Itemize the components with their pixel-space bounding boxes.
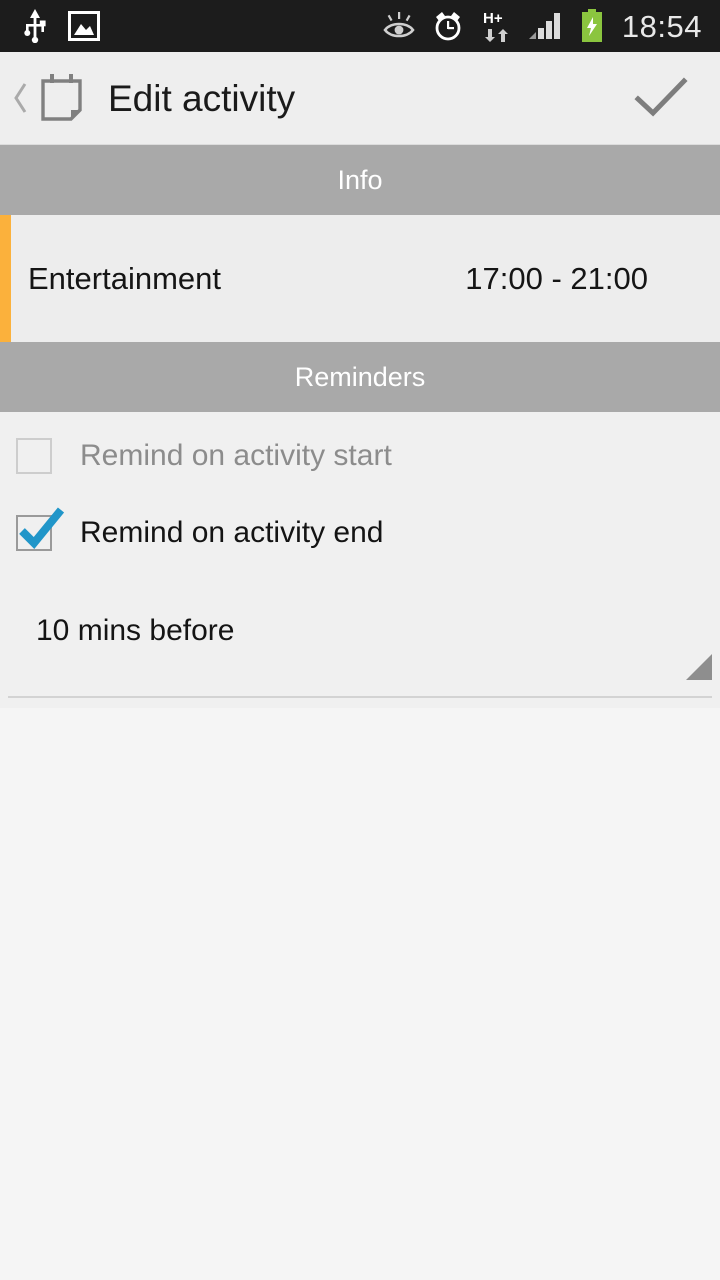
reminder-offset-value: 10 mins before (36, 614, 235, 647)
checkbox-remind-on-start[interactable] (16, 437, 52, 474)
reminder-end-label: Remind on activity end (80, 515, 384, 549)
checkbox-square-icon (16, 437, 52, 474)
activity-color-accent (0, 215, 11, 342)
activity-time-range: 17:00 - 21:00 (465, 261, 648, 296)
smart-stay-eye-icon (382, 12, 416, 40)
section-header-reminders: Reminders (0, 342, 720, 412)
section-header-info: Info (0, 145, 720, 215)
checkmark-icon (19, 506, 65, 549)
page-title: Edit activity (108, 77, 296, 119)
activity-info-row[interactable]: Entertainment 17:00 - 21:00 (0, 215, 720, 342)
status-bar: H+ 18:54 (0, 0, 720, 52)
status-bar-clock: 18:54 (621, 8, 702, 44)
done-checkmark-button[interactable] (628, 65, 694, 131)
action-bar: Edit activity (0, 52, 720, 145)
content-area: Info Entertainment 17:00 - 21:00 Reminde… (0, 145, 720, 1268)
svg-text:H+: H+ (483, 10, 503, 27)
alarm-clock-icon (432, 10, 464, 42)
status-bar-left-icons (0, 9, 100, 43)
section-header-info-label: Info (337, 164, 383, 195)
reminders-list: Remind on activity start Remind on activ… (0, 412, 720, 708)
section-header-reminders-label: Reminders (294, 361, 426, 392)
reminder-start-label: Remind on activity start (80, 438, 392, 472)
empty-space (0, 708, 720, 1268)
spinner-caret-icon[interactable] (686, 654, 712, 680)
phone-screen: H+ 18:54 Edit activity Info Entertainmen… (0, 0, 720, 1280)
activity-name: Entertainment (28, 261, 221, 296)
spinner-underline (8, 696, 712, 698)
checkbox-remind-on-end[interactable] (16, 506, 65, 551)
calendar-note-icon[interactable] (38, 72, 86, 124)
signal-bars-icon (528, 11, 564, 41)
battery-charging-icon (580, 9, 604, 43)
usb-icon (24, 9, 46, 43)
reminder-row-end[interactable]: Remind on activity end (0, 495, 720, 570)
screenshot-image-icon (68, 11, 100, 41)
reminder-offset-spinner[interactable]: 10 mins before (0, 598, 720, 708)
hplus-data-icon: H+ (480, 9, 512, 43)
back-chevron-icon[interactable] (6, 80, 36, 116)
status-bar-right-icons: H+ 18:54 (382, 9, 720, 43)
reminder-row-start[interactable]: Remind on activity start (0, 418, 720, 493)
